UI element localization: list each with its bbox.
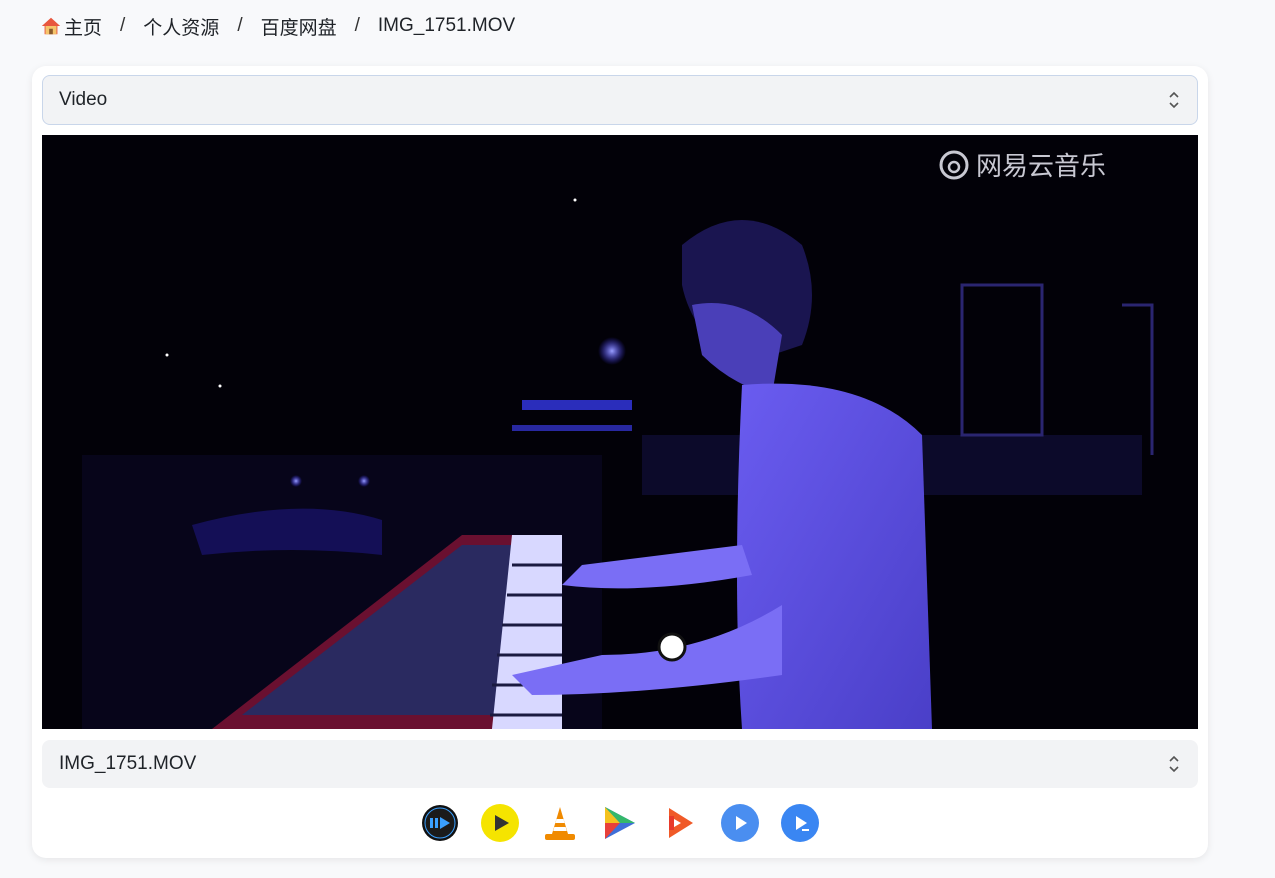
file-select[interactable]: IMG_1751.MOV [42,740,1198,788]
potplayer-icon[interactable] [481,804,519,842]
breadcrumb-item-personal-resources[interactable]: 个人资源 [143,13,219,40]
breadcrumb: 主页 / 个人资源 / 百度网盘 / IMG_1751.MOV [40,12,515,40]
chevron-up-down-icon [1169,755,1179,773]
nplayer-icon[interactable] [661,804,699,842]
iina-player-icon[interactable] [421,804,459,842]
breadcrumb-item-current-file: IMG_1751.MOV [377,15,516,36]
mx-player-pro-icon[interactable] [781,804,819,842]
breadcrumb-separator: / [120,15,126,36]
video-player[interactable]: 网易云音乐 [42,135,1198,729]
breadcrumb-home-label: 主页 [64,17,103,39]
breadcrumb-separator: / [237,15,243,36]
breadcrumb-separator: / [354,15,360,36]
media-type-select[interactable]: Video [42,75,1198,125]
breadcrumb-home[interactable]: 主页 [40,13,102,40]
media-type-select-value: Video [59,89,108,110]
watermark-text: 网易云音乐 [976,152,1106,182]
breadcrumb-item-baidu-netdisk[interactable]: 百度网盘 [261,13,337,40]
external-players [32,804,1208,842]
mx-player-icon[interactable] [721,804,759,842]
file-select-value: IMG_1751.MOV [59,753,197,774]
media-card: Video 网易云音乐 IMG_1751.MOV [32,66,1208,858]
infuse-icon[interactable] [601,804,639,842]
house-icon [41,17,61,34]
chevron-up-down-icon [1169,91,1179,109]
video-frame: 网易云音乐 [42,135,1198,729]
vlc-icon[interactable] [541,804,579,842]
